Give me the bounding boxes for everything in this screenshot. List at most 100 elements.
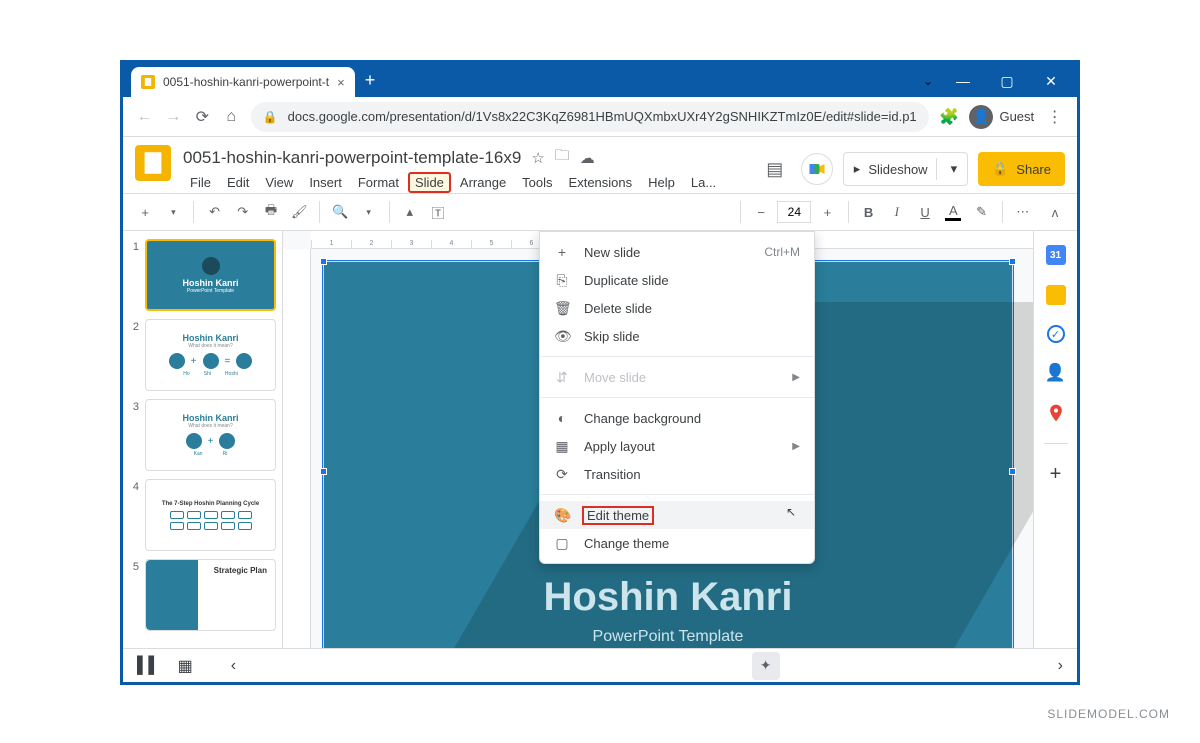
cursor-icon: ↖ <box>786 505 796 519</box>
star-icon[interactable]: ☆ <box>531 149 544 167</box>
grid-view-icon[interactable]: ▦ <box>178 656 193 676</box>
menu-item-duplicate-slide[interactable]: ⎘Duplicate slide <box>540 266 814 294</box>
nav-forward-icon[interactable]: → <box>164 108 183 126</box>
menu-item-icon: ⇵ <box>554 369 570 386</box>
bottom-bar: ▌▌ ▦ ‹ ✦ › <box>123 648 1077 682</box>
tab-close-icon[interactable]: × <box>337 75 345 90</box>
nav-reload-icon[interactable]: ⟳ <box>193 107 212 127</box>
meet-icon[interactable] <box>801 153 833 185</box>
slide-title: Hoshin Kanri <box>324 575 1012 620</box>
menu-item-edit-theme[interactable]: 🎨Edit theme↖ <box>540 501 814 529</box>
slideshow-dropdown-icon[interactable]: ▾ <box>945 161 964 177</box>
menu-item-transition[interactable]: ⟳Transition <box>540 460 814 488</box>
menu-item-change-background[interactable]: ◐Change background <box>540 404 814 432</box>
print-icon[interactable]: 🖶 <box>259 199 283 225</box>
chevron-down-icon[interactable]: ⌄ <box>923 74 933 88</box>
menu-file[interactable]: File <box>183 172 218 193</box>
cloud-status-icon[interactable]: ☁ <box>580 149 595 167</box>
menu-tools[interactable]: Tools <box>515 172 559 193</box>
slide-thumbnail[interactable]: The 7-Step Hoshin Planning Cycle <box>145 479 276 551</box>
menu-arrange[interactable]: Arrange <box>453 172 513 193</box>
ruler-vertical <box>283 249 311 648</box>
bold-icon[interactable]: B <box>857 199 881 225</box>
menu-insert[interactable]: Insert <box>302 172 349 193</box>
menu-format[interactable]: Format <box>351 172 406 193</box>
url-text: docs.google.com/presentation/d/1Vs8x22C3… <box>288 109 917 124</box>
new-tab-button[interactable]: + <box>355 70 386 91</box>
profile-chip[interactable]: 👤 Guest <box>969 105 1034 129</box>
zoom-dropdown-icon[interactable]: ▾ <box>357 199 381 225</box>
explore-button[interactable]: ✦ <box>752 652 780 680</box>
slideshow-button[interactable]: ▸ Slideshow ▾ <box>843 152 968 186</box>
menu-item-apply-layout[interactable]: ▦Apply layout▶ <box>540 432 814 460</box>
menu-item-label: Change background <box>584 411 701 426</box>
profile-label: Guest <box>999 109 1034 124</box>
filmstrip-view-icon[interactable]: ▌▌ <box>137 657 160 675</box>
browser-tab[interactable]: 0051-hoshin-kanri-powerpoint-t × <box>131 67 355 97</box>
collapse-toolbar-icon[interactable]: ʌ <box>1043 199 1067 225</box>
avatar-icon: 👤 <box>969 105 993 129</box>
add-on-icon[interactable]: + <box>1046 464 1066 484</box>
menu-item-label: Delete slide <box>584 301 652 316</box>
menu-item-label: Skip slide <box>584 329 640 344</box>
menu-item-icon: ⟳ <box>554 466 570 483</box>
slide-thumbnail[interactable]: Hoshin KanriPowerPoint Template <box>145 239 276 311</box>
window-close[interactable]: ✕ <box>1031 69 1071 93</box>
nav-back-icon[interactable]: ← <box>135 108 154 126</box>
menu-item-icon: ⎘ <box>554 272 570 289</box>
menu-item-label: Change theme <box>584 536 669 551</box>
browser-window: 0051-hoshin-kanri-powerpoint-t × + ⌄ — ▢… <box>120 60 1080 685</box>
window-maximize[interactable]: ▢ <box>987 69 1027 93</box>
menu-item-delete-slide[interactable]: 🗑Delete slide <box>540 294 814 322</box>
italic-icon[interactable]: I <box>885 199 909 225</box>
menu-item-change-theme[interactable]: ▢ Change theme <box>540 529 814 557</box>
url-bar[interactable]: 🔒 docs.google.com/presentation/d/1Vs8x22… <box>251 102 929 132</box>
collapse-thumbs-icon[interactable]: ‹ <box>231 657 236 675</box>
comments-icon[interactable]: ▤ <box>759 153 791 185</box>
extensions-icon[interactable]: 🧩 <box>939 106 960 128</box>
app-header: 0051-hoshin-kanri-powerpoint-template-16… <box>123 137 1077 193</box>
keep-icon[interactable] <box>1046 285 1066 305</box>
menu-item-skip-slide[interactable]: 👁Skip slide <box>540 322 814 350</box>
font-size-decrease[interactable]: − <box>749 199 773 225</box>
text-color-icon[interactable]: A <box>941 199 965 225</box>
menu-la[interactable]: La... <box>684 172 723 193</box>
new-slide-dropdown-icon[interactable]: ▾ <box>161 199 185 225</box>
menu-extensions[interactable]: Extensions <box>562 172 640 193</box>
tasks-icon[interactable]: ✓ <box>1047 325 1065 343</box>
menu-help[interactable]: Help <box>641 172 682 193</box>
menu-edit[interactable]: Edit <box>220 172 256 193</box>
font-size-increase[interactable]: + <box>815 199 839 225</box>
side-panel-toggle-icon[interactable]: › <box>1058 657 1063 675</box>
menu-item-new-slide[interactable]: +New slideCtrl+M <box>540 238 814 266</box>
textbox-tool-icon[interactable]: 🅃 <box>426 199 450 225</box>
slide-thumbnail[interactable]: Strategic Plan <box>145 559 276 631</box>
slide-thumbnail[interactable]: Hoshin KanriWhat does it mean?+KanRi <box>145 399 276 471</box>
redo-icon[interactable]: ↷ <box>231 199 255 225</box>
maps-icon[interactable] <box>1046 403 1066 423</box>
calendar-icon[interactable]: 31 <box>1046 245 1066 265</box>
more-tools-icon[interactable]: ⋯ <box>1011 199 1035 225</box>
highlight-icon[interactable]: ✎ <box>969 199 993 225</box>
underline-icon[interactable]: U <box>913 199 937 225</box>
menu-view[interactable]: View <box>258 172 300 193</box>
slides-logo-icon[interactable] <box>135 145 171 181</box>
menu-item-icon: + <box>554 244 570 260</box>
menu-item-icon: ▢ <box>554 535 570 552</box>
zoom-icon[interactable]: 🔍 <box>328 199 352 225</box>
share-button[interactable]: 🔒 Share <box>978 152 1065 186</box>
browser-menu-icon[interactable]: ⋮ <box>1044 106 1065 128</box>
paint-format-icon[interactable]: 🖌 <box>287 199 311 225</box>
slide-thumbnail[interactable]: Hoshin KanriWhat does it mean?+=HoShiHos… <box>145 319 276 391</box>
move-icon[interactable]: 🗀 <box>555 145 570 170</box>
window-minimize[interactable]: — <box>943 69 983 93</box>
nav-home-icon[interactable]: ⌂ <box>222 108 241 126</box>
font-size-input[interactable] <box>777 201 811 223</box>
document-title[interactable]: 0051-hoshin-kanri-powerpoint-template-16… <box>183 148 521 168</box>
new-slide-button[interactable]: + <box>133 199 157 225</box>
select-tool-icon[interactable]: ▴ <box>398 199 422 225</box>
contacts-icon[interactable]: 👤 <box>1046 363 1066 383</box>
menu-slide[interactable]: Slide <box>408 172 451 193</box>
menu-item-label: New slide <box>584 245 640 260</box>
undo-icon[interactable]: ↶ <box>202 199 226 225</box>
